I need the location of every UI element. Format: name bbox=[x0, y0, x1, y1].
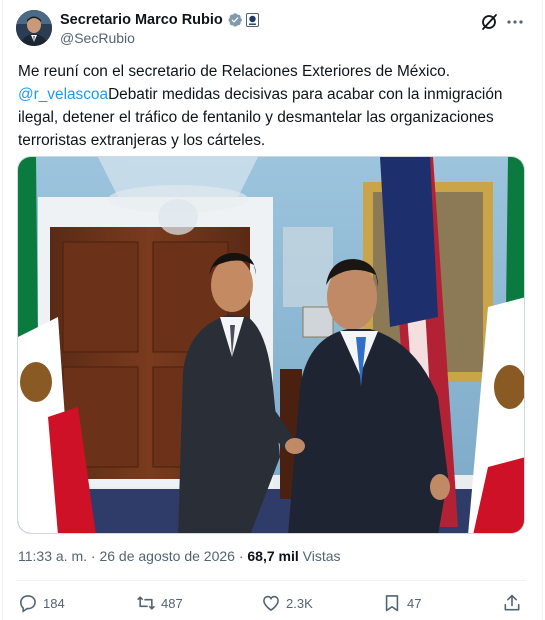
more-options-icon[interactable] bbox=[504, 11, 526, 33]
bookmark-button[interactable]: 47 bbox=[382, 590, 421, 616]
government-seal-icon[interactable] bbox=[245, 13, 259, 27]
author-display-name[interactable]: Secretario Marco Rubio bbox=[60, 12, 223, 28]
tweet-time[interactable]: 11:33 a. m. bbox=[18, 548, 87, 564]
reply-count: 184 bbox=[43, 595, 65, 611]
bookmark-icon bbox=[385, 595, 399, 612]
tweet-metadata: 11:33 a. m. · 26 de agosto de 2026 · 68,… bbox=[18, 548, 341, 564]
author-avatar[interactable] bbox=[16, 10, 52, 46]
repost-button[interactable]: 487 bbox=[136, 590, 183, 616]
views-label: Vistas bbox=[302, 548, 341, 564]
tweet-date[interactable]: 26 de agosto de 2026 bbox=[99, 548, 234, 564]
grok-icon[interactable] bbox=[478, 11, 500, 33]
share-icon bbox=[504, 594, 520, 611]
tweet-text: Me reuní con el secretario de Relaciones… bbox=[18, 60, 523, 152]
author-handle[interactable]: @SecRubio bbox=[60, 30, 135, 46]
photo-scene bbox=[18, 157, 524, 533]
tweet-text-line-1: Me reuní con el secretario de Relaciones… bbox=[18, 63, 450, 80]
mention-link[interactable]: @r_velascoa bbox=[18, 86, 108, 103]
heart-icon bbox=[263, 595, 279, 612]
reply-button[interactable]: 184 bbox=[18, 590, 65, 616]
like-button[interactable]: 2.3K bbox=[261, 590, 313, 616]
repost-count: 487 bbox=[161, 595, 183, 611]
views-count[interactable]: 68,7 mil bbox=[247, 548, 298, 564]
action-bar: 184 487 2.3K 47 bbox=[16, 590, 528, 616]
bookmark-count: 47 bbox=[407, 595, 422, 611]
reply-icon bbox=[20, 595, 36, 613]
tweet-header: Secretario Marco Rubio @SecRubio bbox=[16, 8, 526, 48]
meta-separator: · bbox=[238, 548, 244, 564]
repost-icon bbox=[137, 596, 155, 610]
divider bbox=[16, 580, 526, 581]
like-count: 2.3K bbox=[286, 595, 313, 611]
share-button[interactable] bbox=[502, 590, 527, 616]
meta-separator: · bbox=[90, 548, 96, 564]
verified-badge-icon[interactable] bbox=[227, 12, 243, 28]
tweet-photo[interactable] bbox=[17, 156, 525, 534]
